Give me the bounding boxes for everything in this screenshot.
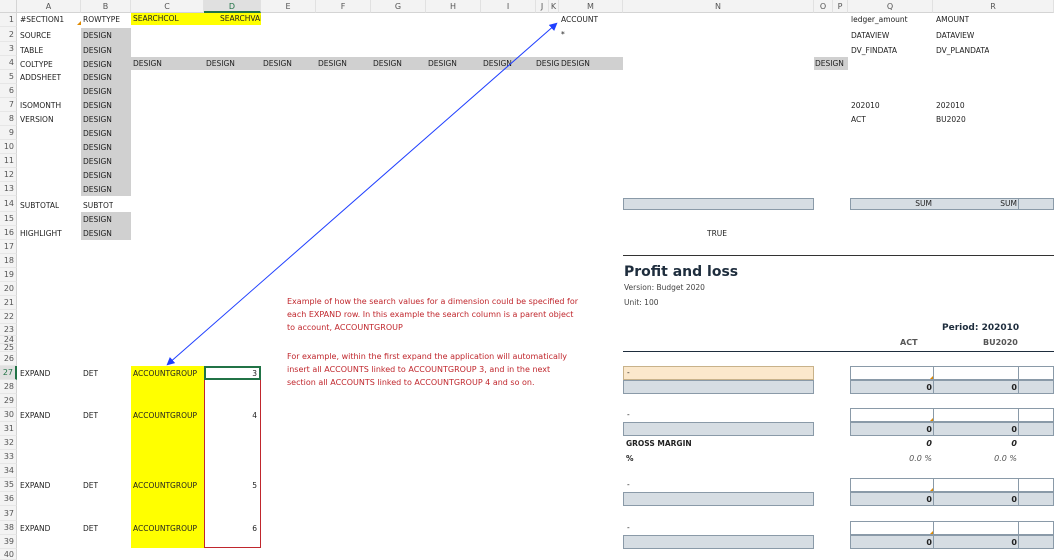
link-arrow [166,22,558,366]
